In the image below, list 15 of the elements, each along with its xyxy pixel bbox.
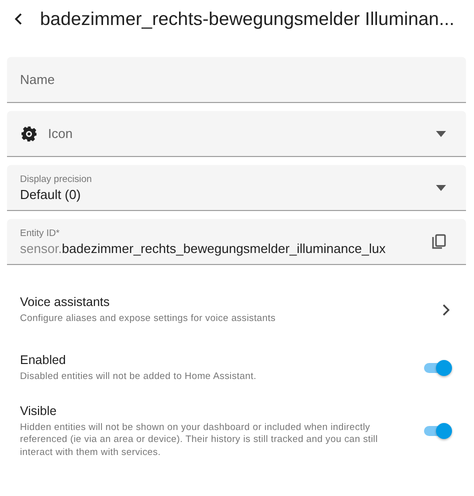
- entity-id-field[interactable]: Entity ID* sensor.badezimmer_rechts_bewegungsmelder_illuminance_lux: [7, 219, 466, 265]
- precision-select[interactable]: Display precision Default (0): [7, 165, 466, 211]
- page-title: badezimmer_rechts-bewegungsmelder Illuminan...: [40, 8, 454, 30]
- field-label: Entity ID*: [20, 228, 61, 238]
- field-value: sensor.badezimmer_rechts_bewegungsmelder_illuminance_lux: [20, 240, 387, 256]
- setting-description: Disabled entities will not be added to Home Assistant.: [20, 371, 258, 384]
- setting-title: Enabled: [20, 353, 67, 367]
- setting-description: Configure aliases and expose settings for voice assistants: [20, 312, 277, 326]
- icon-select-field[interactable]: Icon: [7, 111, 466, 157]
- name-field[interactable]: Name: [7, 57, 466, 103]
- setting-title: Voice assistants: [20, 294, 111, 309]
- field-label: Display precision: [20, 174, 93, 184]
- field-value: Default (0): [20, 186, 82, 202]
- setting-description: Hidden entities will not be shown on your dashboard or included when indirectly referenced (ie via an area or device). Their history is still tracked and you can still interact with them with services.: [20, 422, 379, 459]
- setting-title: Visible: [20, 404, 58, 418]
